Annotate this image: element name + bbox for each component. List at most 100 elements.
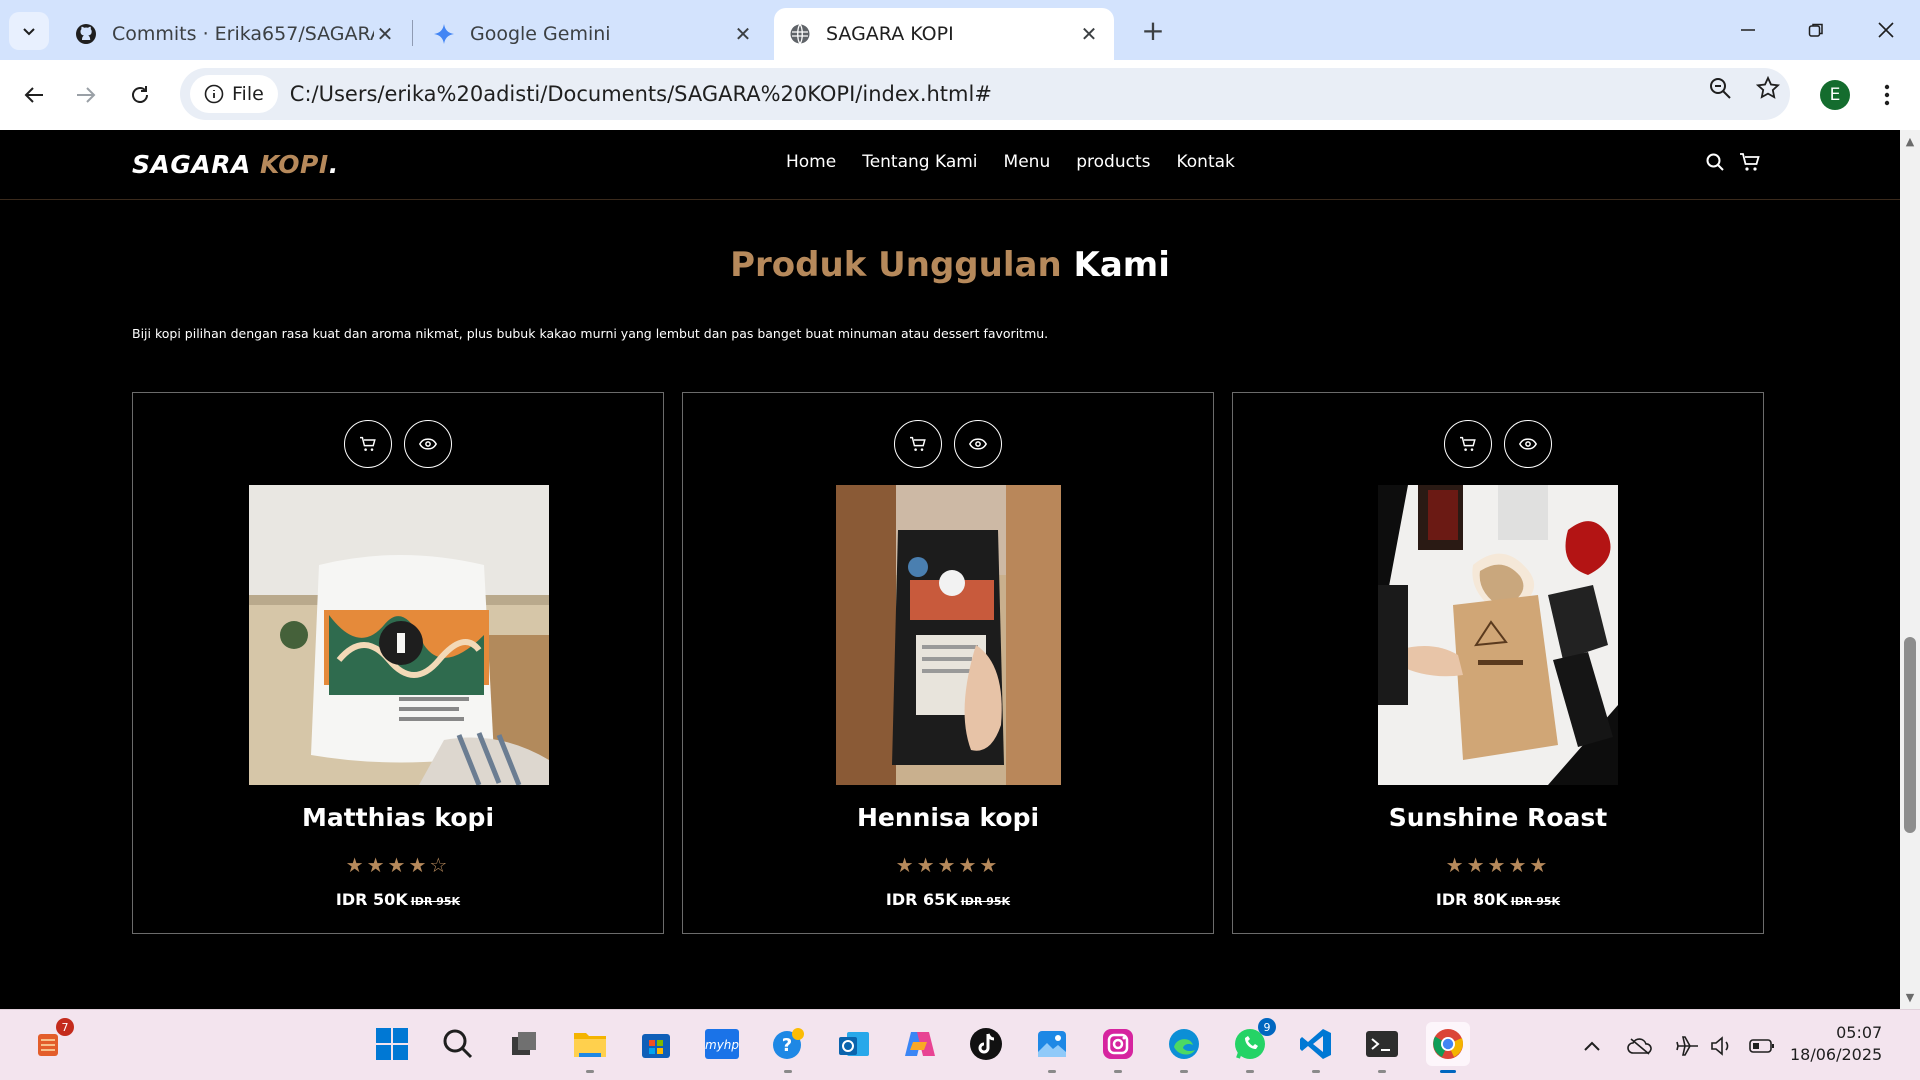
product-image <box>1378 485 1618 785</box>
logo-accent-text: KOPI <box>260 150 329 179</box>
url-text[interactable]: C:/Users/erika%20adisti/Documents/SAGARA… <box>290 82 992 106</box>
vscode-icon <box>1300 1029 1331 1059</box>
back-button[interactable] <box>14 75 54 115</box>
close-icon[interactable]: ✕ <box>374 22 396 46</box>
profile-avatar[interactable]: E <box>1820 80 1850 110</box>
scroll-up-arrow-icon[interactable]: ▲ <box>1904 136 1916 148</box>
site-navbar: SAGARA KOPI. Home Tentang Kami Menu prod… <box>0 130 1900 200</box>
tiktok-app[interactable] <box>964 1022 1008 1066</box>
chevron-up-icon <box>1584 1041 1600 1051</box>
search-icon[interactable] <box>1705 152 1725 176</box>
close-icon[interactable]: ✕ <box>732 22 754 46</box>
zoom-icon[interactable] <box>1708 76 1732 104</box>
edge-app[interactable] <box>1162 1022 1206 1073</box>
file-explorer-app[interactable] <box>568 1022 612 1073</box>
running-indicator <box>1048 1070 1056 1073</box>
product-price: IDR 80K IDR 95K <box>1233 890 1763 909</box>
tab-search-button[interactable] <box>9 12 49 50</box>
copilot-app[interactable] <box>898 1022 942 1066</box>
product-price: IDR 65K IDR 95K <box>683 890 1213 909</box>
page-viewport: SAGARA KOPI. Home Tentang Kami Menu prod… <box>0 130 1900 1009</box>
search-button[interactable] <box>436 1022 480 1066</box>
chrome-app[interactable] <box>1426 1022 1470 1073</box>
close-window-button[interactable] <box>1858 8 1914 52</box>
add-to-cart-button[interactable] <box>344 420 392 468</box>
price-current: IDR 65K <box>885 890 958 909</box>
card-actions <box>1233 420 1763 468</box>
section-title-accent: Produk Unggulan <box>730 245 1062 285</box>
product-image <box>249 485 549 785</box>
running-indicator <box>1246 1070 1254 1073</box>
cart-icon <box>360 436 376 451</box>
product-price: IDR 50K IDR 95K <box>133 890 663 909</box>
nav-link-kontak[interactable]: Kontak <box>1176 152 1234 172</box>
restore-icon <box>1808 23 1823 37</box>
terminal-app[interactable] <box>1360 1022 1404 1073</box>
view-detail-button[interactable] <box>404 420 452 468</box>
page-scrollbar[interactable]: ▲ ▼ <box>1900 130 1920 1009</box>
cart-icon <box>1460 436 1476 451</box>
view-detail-button[interactable] <box>1504 420 1552 468</box>
add-to-cart-button[interactable] <box>1444 420 1492 468</box>
widget-notes-app[interactable]: 7 <box>26 1018 74 1066</box>
add-to-cart-button[interactable] <box>894 420 942 468</box>
volume-icon[interactable] <box>1708 1032 1736 1060</box>
tab-google-gemini[interactable]: Google Gemini ✕ <box>418 8 768 60</box>
logo-dot: . <box>328 150 339 179</box>
scrollbar-thumb[interactable] <box>1904 637 1916 833</box>
more-menu-icon[interactable] <box>1872 78 1902 112</box>
nav-link-products[interactable]: products <box>1076 152 1150 172</box>
bookmark-star-icon[interactable] <box>1755 75 1781 104</box>
section-title: Produk Unggulan Kami <box>0 245 1900 285</box>
site-info-chip[interactable]: File <box>190 75 278 113</box>
task-view-icon <box>512 1032 536 1055</box>
running-indicator <box>586 1070 594 1073</box>
tiktok-icon <box>970 1028 1002 1060</box>
arrow-left-icon <box>24 87 43 103</box>
whatsapp-app[interactable]: 9 <box>1228 1018 1276 1073</box>
close-icon[interactable]: ✕ <box>1078 22 1100 46</box>
task-view-button[interactable] <box>502 1022 546 1066</box>
address-bar[interactable]: File C:/Users/erika%20adisti/Documents/S… <box>180 68 1790 120</box>
reload-button[interactable] <box>120 75 160 115</box>
nav-link-home[interactable]: Home <box>786 152 836 172</box>
price-current: IDR 80K <box>1435 890 1508 909</box>
photos-icon <box>1038 1031 1066 1057</box>
product-image <box>836 485 1061 785</box>
section-description: Biji kopi pilihan dengan rasa kuat dan a… <box>132 326 1049 341</box>
clock-date: 18/06/2025 <box>1790 1045 1883 1064</box>
photos-app[interactable] <box>1030 1022 1074 1073</box>
help-app[interactable]: ? <box>766 1022 810 1073</box>
system-clock[interactable]: 05:07 18/06/2025 <box>1790 1022 1882 1066</box>
star-rating: ★★★★★ <box>895 853 1001 877</box>
start-button[interactable] <box>370 1022 414 1066</box>
myhp-app[interactable]: myhp <box>700 1022 744 1066</box>
airplane-mode-icon[interactable] <box>1674 1032 1702 1060</box>
battery-icon[interactable] <box>1748 1032 1776 1060</box>
forward-button[interactable] <box>66 75 106 115</box>
onedrive-icon[interactable] <box>1626 1032 1654 1060</box>
microsoft-store-app[interactable] <box>634 1022 678 1066</box>
nav-link-tentang-kami[interactable]: Tentang Kami <box>862 152 977 172</box>
vscode-app[interactable] <box>1294 1022 1338 1073</box>
cart-icon[interactable] <box>1739 152 1761 176</box>
instagram-app[interactable] <box>1096 1022 1140 1073</box>
minimize-button[interactable] <box>1720 8 1776 52</box>
show-hidden-icons-button[interactable] <box>1578 1032 1606 1060</box>
nav-link-menu[interactable]: Menu <box>1004 152 1051 172</box>
site-logo[interactable]: SAGARA KOPI. <box>132 150 339 179</box>
outlook-app[interactable] <box>832 1022 876 1066</box>
logo-text: SAGARA <box>132 150 261 179</box>
new-tab-button[interactable]: + <box>1137 14 1169 47</box>
product-name: Matthias kopi <box>301 803 495 832</box>
github-icon <box>74 22 98 46</box>
scroll-down-arrow-icon[interactable]: ▼ <box>1904 992 1916 1004</box>
browser-tab-bar: Commits · Erika657/SAGARA-KO ✕ Google Ge… <box>0 0 1920 60</box>
tab-sagara-kopi[interactable]: SAGARA KOPI ✕ <box>774 8 1114 60</box>
eye-icon <box>1519 438 1537 450</box>
price-old: IDR 95K <box>410 895 461 908</box>
view-detail-button[interactable] <box>954 420 1002 468</box>
running-indicator <box>1114 1070 1122 1073</box>
restore-button[interactable] <box>1788 8 1844 52</box>
tab-github-commits[interactable]: Commits · Erika657/SAGARA-KO ✕ <box>60 8 410 60</box>
